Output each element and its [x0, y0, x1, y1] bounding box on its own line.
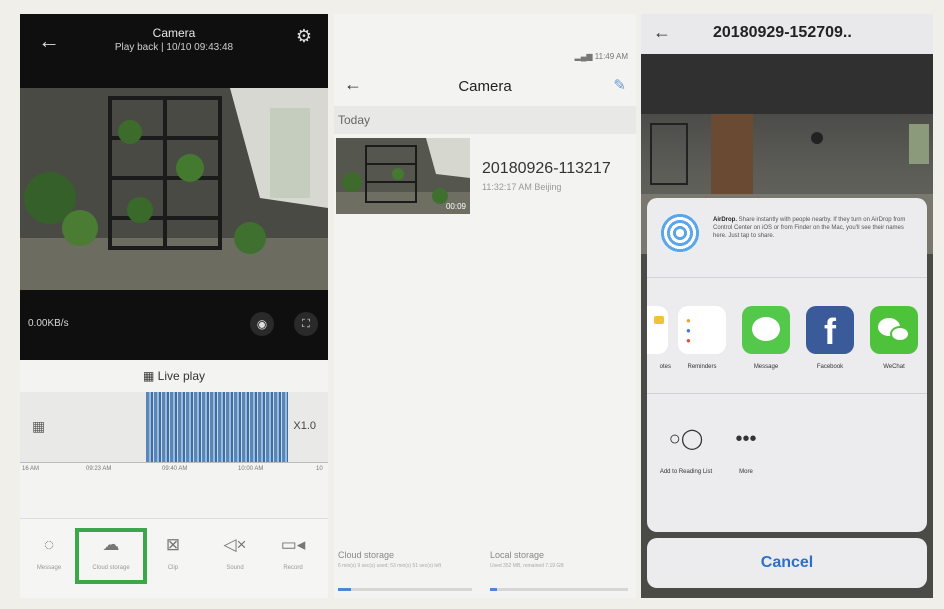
calendar-icon: ▦	[142, 369, 155, 383]
composite-screenshot: ← Camera Play back | 10/10 09:43:48 ⚙ 0.…	[0, 0, 944, 609]
notes-icon	[647, 306, 668, 354]
clip-thumbnail[interactable]: 00:09	[336, 138, 470, 214]
message-button[interactable]: ◌ Message	[24, 535, 74, 571]
app-label: Facebook	[816, 364, 844, 370]
tick-label: 10:00 AM	[238, 466, 264, 472]
record-label: Record	[283, 565, 303, 571]
share-header: ← 20180929-152709..	[641, 14, 933, 54]
message-icon	[742, 306, 790, 354]
message-icon: ◌	[43, 535, 55, 554]
mute-icon: ◁×	[223, 535, 247, 554]
record-button[interactable]: ▭◂ Record	[268, 535, 318, 571]
local-storage-info[interactable]: Local storage Used 352 MB, remained 7.19…	[490, 550, 630, 570]
fullscreen-icon[interactable]: ⛶	[294, 312, 318, 336]
share-screen: ← 20180929-152709.. AirDrop. Share insta…	[641, 14, 933, 598]
storage-footer: Cloud storage 6 min(s) 9 sec(s) used; 53…	[334, 544, 636, 598]
page-title: 20180929-152709..	[713, 24, 852, 41]
playback-timestamp: Play back | 10/10 09:43:48	[114, 42, 234, 53]
highlight-box	[75, 528, 147, 584]
clip-label: Clip	[167, 565, 179, 571]
edit-icon[interactable]: ✎	[613, 76, 626, 94]
recording-segment	[146, 392, 288, 462]
share-actions-row: ○◯ Add to Reading List ••• More	[647, 394, 927, 532]
reminders-icon: ● ● ●	[678, 306, 726, 354]
sound-button[interactable]: ◁× Sound	[210, 535, 260, 571]
section-header: Today	[334, 106, 636, 134]
bitrate-readout: 0.00KB/s	[28, 318, 69, 329]
clip-button[interactable]: ⊠ Clip	[148, 535, 198, 571]
cancel-button[interactable]: Cancel	[647, 538, 927, 588]
more-button[interactable]: ••• More	[711, 424, 781, 476]
app-label: Reminders	[687, 364, 717, 370]
airdrop-description: AirDrop. Share instantly with people nea…	[713, 216, 917, 240]
video-feed[interactable]	[20, 88, 328, 290]
share-app-facebook[interactable]: f Facebook	[803, 306, 857, 370]
clip-name[interactable]: 20180926-113217	[482, 160, 611, 178]
zoom-level[interactable]: X1.0	[293, 420, 316, 432]
app-label: otes	[659, 364, 671, 370]
airdrop-text: Share instantly with people nearby. If t…	[713, 217, 906, 239]
bottom-toolbar: ◌ Message ☁ Cloud storage ⊠ Clip ◁× Soun…	[20, 518, 328, 598]
local-usage-bar	[490, 588, 628, 591]
clip-icon: ⊠	[165, 535, 181, 554]
share-app-reminders[interactable]: ● ● ● Reminders	[675, 306, 729, 370]
app-label: WeChat	[883, 364, 905, 370]
live-play-button[interactable]: ▦ Live play	[20, 360, 328, 392]
more-icon: •••	[735, 428, 757, 450]
camera-snapshot-icon[interactable]: ◉	[250, 312, 274, 336]
tick-label: 09:23 AM	[86, 466, 112, 472]
airdrop-row[interactable]: AirDrop. Share instantly with people nea…	[647, 198, 927, 278]
cloud-usage-bar	[338, 588, 472, 591]
local-usage-fill	[490, 588, 497, 591]
gear-icon[interactable]: ⚙	[296, 26, 312, 47]
wechat-icon	[870, 306, 918, 354]
video-controls: 0.00KB/s ◉ ⛶	[20, 290, 328, 360]
nav-bar: ← Camera ✎	[334, 70, 636, 104]
app-label: Message	[753, 364, 779, 370]
share-app-wechat[interactable]: WeChat	[867, 306, 921, 370]
clip-time: 11:32:17 AM Beijing	[482, 182, 562, 192]
playback-header: ← Camera Play back | 10/10 09:43:48 ⚙	[20, 14, 328, 88]
local-storage-detail: Used 352 MB, remained 7.19 GB	[490, 563, 564, 569]
status-bar: ▂▄▆ 11:49 AM	[575, 52, 628, 61]
status-time: 11:49 AM	[594, 52, 628, 61]
message-label: Message	[36, 565, 62, 571]
cloud-storage-label: Cloud storage	[338, 550, 395, 560]
back-arrow-icon[interactable]: ←	[653, 22, 671, 43]
clip-duration: 00:09	[445, 202, 466, 211]
record-icon: ▭◂	[280, 535, 306, 554]
action-label: More	[739, 469, 753, 475]
airdrop-title: AirDrop.	[713, 217, 737, 223]
cloud-usage-fill	[338, 588, 352, 591]
calendar-picker-icon[interactable]: ▦	[32, 418, 45, 435]
clip-list-screen: ▂▄▆ 11:49 AM ← Camera ✎ Today 00:09 2018…	[334, 14, 636, 598]
share-app-notes[interactable]: otes	[647, 306, 671, 370]
share-app-message[interactable]: Message	[739, 306, 793, 370]
local-storage-label: Local storage	[490, 550, 545, 560]
tick-label: 09:40 AM	[162, 466, 188, 472]
signal-icon: ▂▄▆	[574, 52, 595, 61]
cloud-storage-info[interactable]: Cloud storage 6 min(s) 9 sec(s) used; 53…	[338, 550, 478, 570]
share-sheet: AirDrop. Share instantly with people nea…	[647, 198, 927, 532]
facebook-icon: f	[806, 306, 854, 354]
sound-label: Sound	[226, 565, 244, 571]
page-title: Camera	[458, 78, 512, 95]
cloud-storage-detail: 6 min(s) 9 sec(s) used; 53 min(s) 51 sec…	[338, 563, 442, 569]
page-title: Camera	[152, 26, 196, 40]
timeline-ticks: 16 AM 09:23 AM 09:40 AM 10:00 AM 10	[20, 462, 328, 482]
tick-label: 16 AM	[22, 466, 40, 472]
playback-screen: ← Camera Play back | 10/10 09:43:48 ⚙ 0.…	[20, 14, 328, 598]
share-apps-row: otes ● ● ● Reminders Message f Facebook …	[647, 278, 927, 394]
live-play-label: Live play	[157, 369, 206, 383]
tick-label: 10	[316, 466, 323, 472]
airdrop-icon	[659, 212, 701, 254]
timeline[interactable]: ▦ X1.0	[20, 392, 328, 462]
